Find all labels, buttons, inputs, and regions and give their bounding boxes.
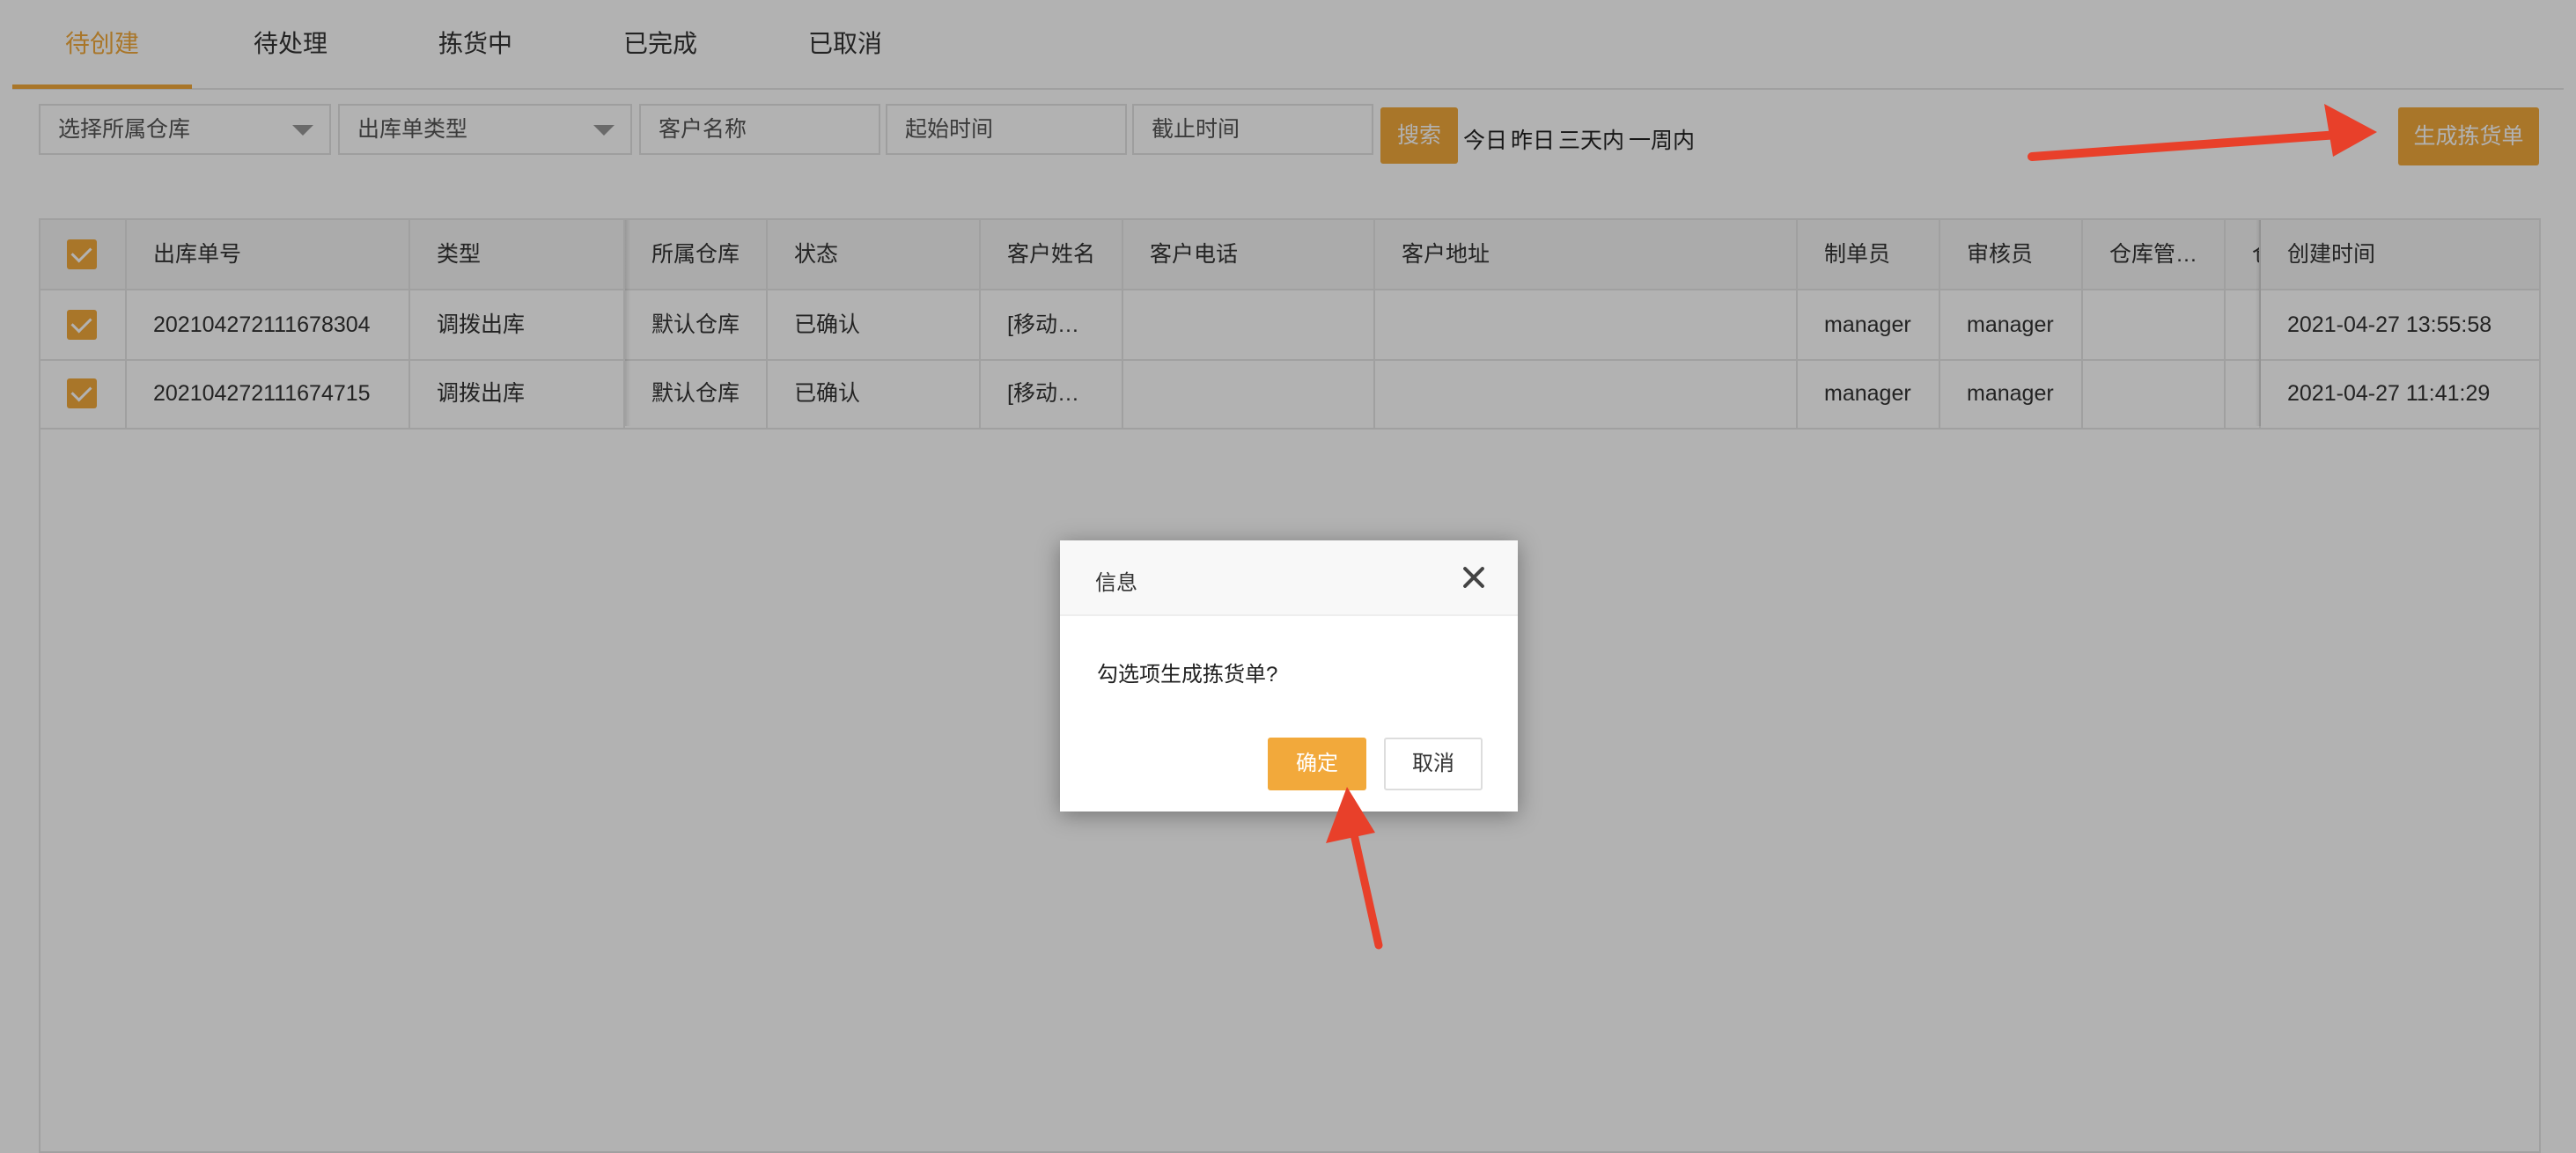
confirm-dialog: 信息 勾选项生成拣货单? 确定 取消 bbox=[1060, 540, 1518, 812]
cancel-button[interactable]: 取消 bbox=[1384, 738, 1483, 790]
dialog-message: 勾选项生成拣货单? bbox=[1097, 663, 1278, 687]
confirm-button[interactable]: 确定 bbox=[1268, 738, 1366, 790]
dialog-header: 信息 bbox=[1060, 540, 1518, 616]
dialog-title: 信息 bbox=[1095, 571, 1137, 595]
close-icon[interactable] bbox=[1458, 562, 1490, 593]
